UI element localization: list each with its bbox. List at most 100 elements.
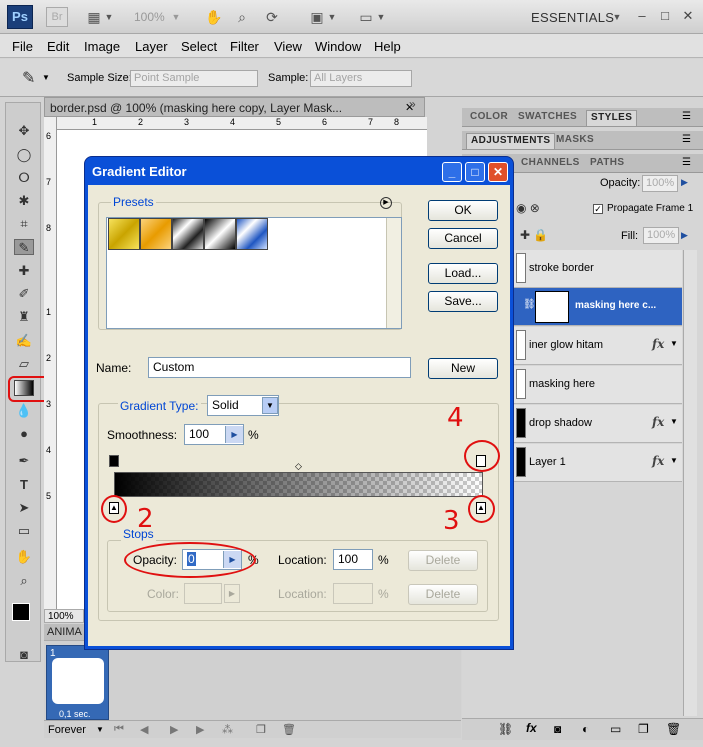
foreground-color-swatch[interactable]: [12, 603, 30, 621]
layer-effects-icon[interactable]: fx: [652, 454, 664, 468]
loop-chevron-icon[interactable]: ▼: [96, 725, 104, 734]
minimize-icon[interactable]: _: [442, 162, 462, 182]
preset-swatch[interactable]: [140, 218, 172, 250]
arrange-documents-icon[interactable]: ▣: [307, 9, 327, 25]
layer-row[interactable]: drop shadow fx ▼: [513, 405, 682, 443]
preset-swatch[interactable]: [108, 218, 140, 250]
tab-styles[interactable]: STYLES: [586, 110, 638, 126]
menu-image[interactable]: Image: [84, 39, 120, 54]
gradient-bar[interactable]: [114, 472, 483, 497]
animation-frame[interactable]: 1 0,1 sec.: [46, 645, 109, 720]
presets-menu-icon[interactable]: ▶: [380, 197, 392, 209]
quick-mask-icon[interactable]: ◙: [14, 647, 34, 663]
tab-paths[interactable]: PATHS: [586, 156, 628, 172]
expand-effects-icon[interactable]: ▼: [670, 417, 678, 426]
menu-layer[interactable]: Layer: [135, 39, 168, 54]
path-selection-tool-icon[interactable]: ➤: [14, 500, 34, 516]
bridge-button[interactable]: Br: [46, 7, 68, 27]
shape-tool-icon[interactable]: ▭: [14, 523, 34, 539]
tool-preset-chevron-icon[interactable]: ▼: [42, 73, 50, 82]
zoom-dropdown-icon[interactable]: ▼: [171, 9, 181, 25]
load-button[interactable]: Load...: [428, 263, 498, 284]
delete-color-stop-button[interactable]: Delete: [408, 584, 478, 605]
layer-opacity-field[interactable]: 100%: [642, 175, 678, 192]
layer-row[interactable]: Layer 1 fx ▼: [513, 444, 682, 482]
link-layers-icon[interactable]: ⛓: [498, 722, 513, 736]
hand-icon[interactable]: ✋: [204, 9, 224, 25]
blur-tool-icon[interactable]: 💧: [14, 403, 34, 419]
sample-select[interactable]: All Layers: [310, 70, 412, 87]
chevron-down-icon[interactable]: ▼: [104, 9, 114, 25]
add-mask-icon[interactable]: ◙: [554, 722, 561, 736]
stop-color-swatch[interactable]: [184, 583, 222, 604]
marquee-tool-icon[interactable]: ◯: [14, 147, 34, 163]
layer-effects-icon[interactable]: fx: [652, 337, 664, 351]
tab-channels[interactable]: CHANNELS: [517, 156, 584, 172]
opacity-arrow-icon[interactable]: ▶: [681, 177, 688, 188]
adjustment-layer-icon[interactable]: ◐: [582, 722, 589, 736]
eyedropper-tool-icon[interactable]: ✎: [14, 239, 34, 255]
unify-icon[interactable]: ◉ ⊗: [516, 201, 540, 215]
dodge-tool-icon[interactable]: ●: [14, 426, 34, 442]
new-layer-icon[interactable]: ❐: [638, 722, 649, 736]
new-group-icon[interactable]: ▭: [610, 722, 621, 736]
tab-adjustments[interactable]: ADJUSTMENTS: [466, 133, 556, 149]
zoom-tool-icon[interactable]: ⌕: [14, 573, 34, 589]
brush-tool-icon[interactable]: ✐: [14, 286, 34, 302]
name-field[interactable]: Custom: [148, 357, 411, 378]
layer-row[interactable]: stroke border: [513, 250, 682, 288]
zoom-icon[interactable]: ⌕: [232, 9, 252, 25]
animation-tab[interactable]: ANIMA: [44, 624, 84, 640]
minimize-icon[interactable]: –: [635, 9, 649, 23]
layer-row[interactable]: ⛓ masking here c...: [513, 288, 682, 326]
zoom-level[interactable]: 100%: [134, 10, 165, 24]
workspace-chevron-icon[interactable]: ▼: [612, 9, 622, 25]
document-tab[interactable]: border.psd @ 100% (masking here copy, La…: [44, 97, 425, 117]
tab-masks[interactable]: MASKS: [552, 133, 598, 149]
preset-swatch[interactable]: [204, 218, 236, 250]
tween-icon[interactable]: ⁂: [222, 723, 233, 736]
clone-stamp-tool-icon[interactable]: ♜: [14, 309, 34, 325]
maximize-icon[interactable]: □: [658, 9, 672, 23]
workspace-switcher[interactable]: ESSENTIALS: [531, 10, 614, 25]
stop-color-arrow-icon[interactable]: ▶: [224, 584, 240, 603]
hand-tool-icon[interactable]: ✋: [14, 549, 34, 565]
layers-scrollbar[interactable]: [683, 250, 697, 716]
previous-frame-icon[interactable]: ◀: [140, 723, 148, 736]
stop-color-location-field[interactable]: [333, 583, 373, 604]
layer-row[interactable]: iner glow hitam fx ▼: [513, 327, 682, 365]
fill-arrow-icon[interactable]: ▶: [681, 230, 688, 241]
layer-row[interactable]: masking here: [513, 366, 682, 404]
layer-effects-icon[interactable]: fx: [652, 415, 664, 429]
menu-help[interactable]: Help: [374, 39, 401, 54]
frame-delay[interactable]: 0,1 sec.: [59, 709, 91, 719]
fill-field[interactable]: 100%: [643, 227, 679, 244]
panel-menu-icon[interactable]: ☰: [682, 134, 691, 145]
eraser-tool-icon[interactable]: ▱: [14, 356, 34, 372]
delete-layer-icon[interactable]: 🗑: [666, 722, 681, 736]
screen-mode-icon[interactable]: ▭: [356, 9, 376, 25]
play-icon[interactable]: ▶: [170, 723, 178, 736]
add-style-icon[interactable]: fx: [526, 721, 537, 735]
more-documents-icon[interactable]: »: [409, 97, 416, 111]
move-tool-icon[interactable]: ✥: [14, 123, 34, 139]
stop-location-field[interactable]: 100: [333, 549, 373, 570]
chevron-down-icon[interactable]: ▼: [262, 397, 278, 414]
rotate-view-icon[interactable]: ⟳: [262, 9, 282, 25]
layer-mask-thumbnail[interactable]: [535, 291, 569, 323]
smoothness-arrow-icon[interactable]: ▶: [225, 426, 243, 443]
sample-size-select[interactable]: Point Sample: [130, 70, 258, 87]
menu-select[interactable]: Select: [181, 39, 217, 54]
preset-swatch[interactable]: [236, 218, 268, 250]
arrange-chevron-icon[interactable]: ▼: [327, 9, 337, 25]
lock-icons[interactable]: ✚ 🔒: [520, 228, 548, 242]
cancel-button[interactable]: Cancel: [428, 228, 498, 249]
zoom-status[interactable]: 100%: [44, 609, 84, 623]
duplicate-frame-icon[interactable]: ❐: [256, 723, 266, 736]
film-strip-icon[interactable]: ▦: [84, 9, 104, 25]
save-button[interactable]: Save...: [428, 291, 498, 312]
delete-opacity-stop-button[interactable]: Delete: [408, 550, 478, 571]
opacity-stop-left[interactable]: [109, 455, 119, 467]
history-brush-tool-icon[interactable]: ✍: [14, 333, 34, 349]
ok-button[interactable]: OK: [428, 200, 498, 221]
